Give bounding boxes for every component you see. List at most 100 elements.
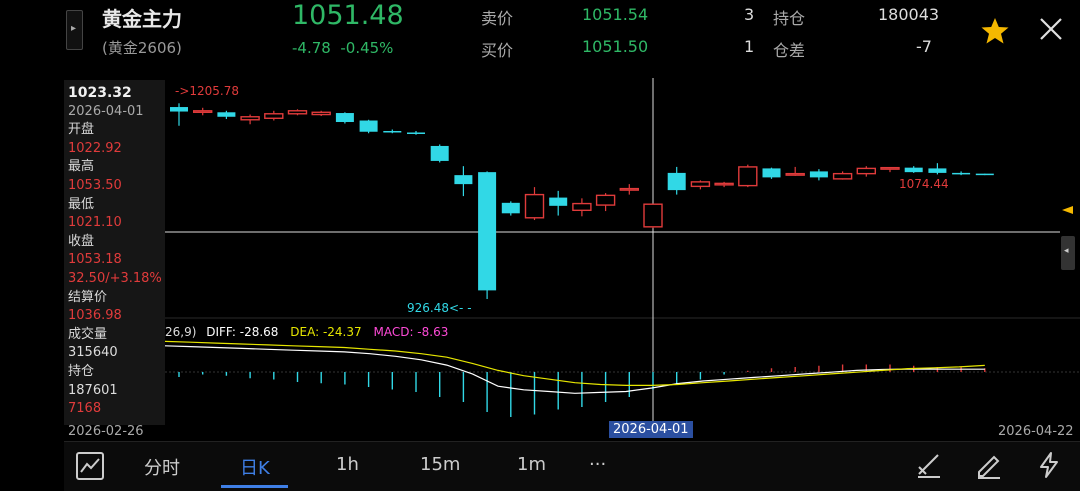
oi-diff: 7168 [68, 401, 102, 417]
svg-text:26,9) DIFF: -28.68 DEA: 26,9) DIFF: -28.68 DEA: -24.37 MACD: -8.… [165, 325, 448, 339]
candle-body [240, 116, 260, 121]
bid-price: 1051.50 [582, 37, 649, 56]
candle-body [193, 110, 213, 113]
macd-params: 26,9) [165, 325, 196, 339]
candle-body [430, 145, 449, 161]
tab-1m[interactable]: 1m [517, 454, 546, 475]
cursor-date: 2026-04-01 [68, 103, 144, 119]
open-label: 开盘 [68, 122, 95, 138]
crosshair-info-panel: 1023.32 2026-04-01 开盘 1022.92 最高 1053.50… [64, 80, 165, 425]
min-price-label: 926.48<- - [407, 301, 472, 315]
favorite-star-icon[interactable] [980, 16, 1010, 46]
expand-arrow-icon: ▸ [71, 23, 77, 34]
diff-line [165, 345, 985, 394]
price-change: -4.78 -0.45% [292, 39, 393, 57]
last-price: 1051.48 [292, 0, 404, 31]
tab-active-indicator [221, 485, 288, 488]
candle-body [407, 132, 425, 134]
candle-body [217, 112, 236, 117]
candle-body [952, 172, 971, 175]
tab-1h[interactable]: 1h [336, 454, 359, 475]
ask-label: 卖价 [481, 9, 514, 28]
bid-qty: 1 [744, 37, 755, 56]
flash-order-icon[interactable] [1034, 450, 1064, 480]
candle-body [667, 172, 686, 191]
date-start: 2026-02-26 [68, 424, 144, 439]
candle-body [975, 173, 994, 176]
open-interest-label: 持仓 [773, 9, 806, 28]
candle-body [904, 167, 923, 173]
candle-body [643, 203, 663, 228]
settle-value: 1036.98 [68, 308, 122, 324]
candle-body [311, 111, 331, 116]
instrument-title: 黄金主力 [102, 7, 182, 31]
tab-more[interactable]: ··· [589, 454, 606, 475]
cursor-price: 1023.32 [68, 85, 132, 101]
close-label: 收盘 [68, 233, 95, 249]
diff-label: DIFF: -28.68 [206, 325, 278, 339]
candle-body [170, 107, 188, 112]
date-end: 2026-04-22 [998, 424, 1074, 439]
candle-body [264, 113, 284, 119]
bid-label: 买价 [481, 41, 514, 60]
candle-body [809, 171, 828, 178]
left-panel-toggle[interactable]: ▸ [66, 10, 83, 50]
max-price-label: ->1205.78 [175, 84, 239, 98]
dea-line [165, 340, 985, 386]
candle-body [714, 182, 734, 186]
close-change: 32.50/+3.18% [68, 270, 162, 286]
oi-label: 持仓 [68, 363, 95, 379]
close-value: 1053.18 [68, 252, 122, 268]
oi-value: 187601 [68, 382, 118, 398]
close-icon[interactable] [1038, 16, 1064, 42]
change-pct: -0.45% [340, 39, 394, 57]
collapse-arrow-icon: ◂ [1064, 246, 1069, 256]
candle-body [383, 130, 402, 133]
candle-body [572, 202, 592, 212]
high-value: 1053.50 [68, 177, 122, 193]
volume-value: 315640 [68, 345, 118, 361]
candle-body [501, 202, 520, 214]
kline-chart[interactable]: ->1205.78 926.48<- - 1074.44 26,9) DIFF:… [165, 78, 1080, 424]
candle-body [690, 181, 711, 188]
draw-line-icon[interactable] [914, 450, 944, 480]
tab-timeshare[interactable]: 分时 [144, 454, 180, 480]
local-high-label: 1074.44 [899, 177, 949, 191]
candle-body [524, 193, 545, 219]
candle-body [454, 175, 473, 185]
tab-daily[interactable]: 日K [240, 454, 270, 480]
candle-body [762, 168, 781, 178]
candle-body [880, 166, 900, 170]
dea-label: DEA: -24.37 [290, 325, 361, 339]
macd-label: MACD: -8.63 [373, 325, 448, 339]
low-label: 最低 [68, 196, 95, 212]
ask-qty: 3 [744, 5, 755, 24]
period-tab-bar: 分时 日K 1h 15m 1m ··· [64, 441, 1080, 491]
candle-body [335, 113, 354, 123]
candle-body [928, 168, 947, 173]
ask-price: 1051.54 [582, 5, 649, 24]
right-panel-toggle[interactable]: ◂ [1061, 236, 1075, 270]
candle-body [738, 166, 758, 187]
open-value: 1022.92 [68, 140, 122, 156]
open-interest-value: 180043 [878, 5, 940, 24]
high-label: 最高 [68, 159, 95, 175]
candle-body [785, 172, 805, 176]
oi-diff-value: -7 [916, 37, 932, 56]
chart-type-icon[interactable] [74, 450, 106, 482]
contract-code: (黄金2606) [102, 39, 182, 57]
candle-body [832, 172, 853, 180]
tab-15m[interactable]: 15m [420, 454, 460, 475]
candle-body [595, 194, 616, 206]
current-price-marker-icon [1062, 206, 1073, 214]
oi-diff-label: 仓差 [773, 41, 806, 60]
candle-body [549, 197, 568, 206]
candle-body [359, 120, 378, 132]
settle-label: 结算价 [68, 289, 108, 305]
edit-icon[interactable] [974, 450, 1004, 480]
date-cursor: 2026-04-01 [609, 421, 693, 438]
candle-body [619, 187, 639, 191]
change-value: -4.78 [292, 39, 331, 57]
low-value: 1021.10 [68, 215, 122, 231]
candle-body [287, 110, 308, 115]
